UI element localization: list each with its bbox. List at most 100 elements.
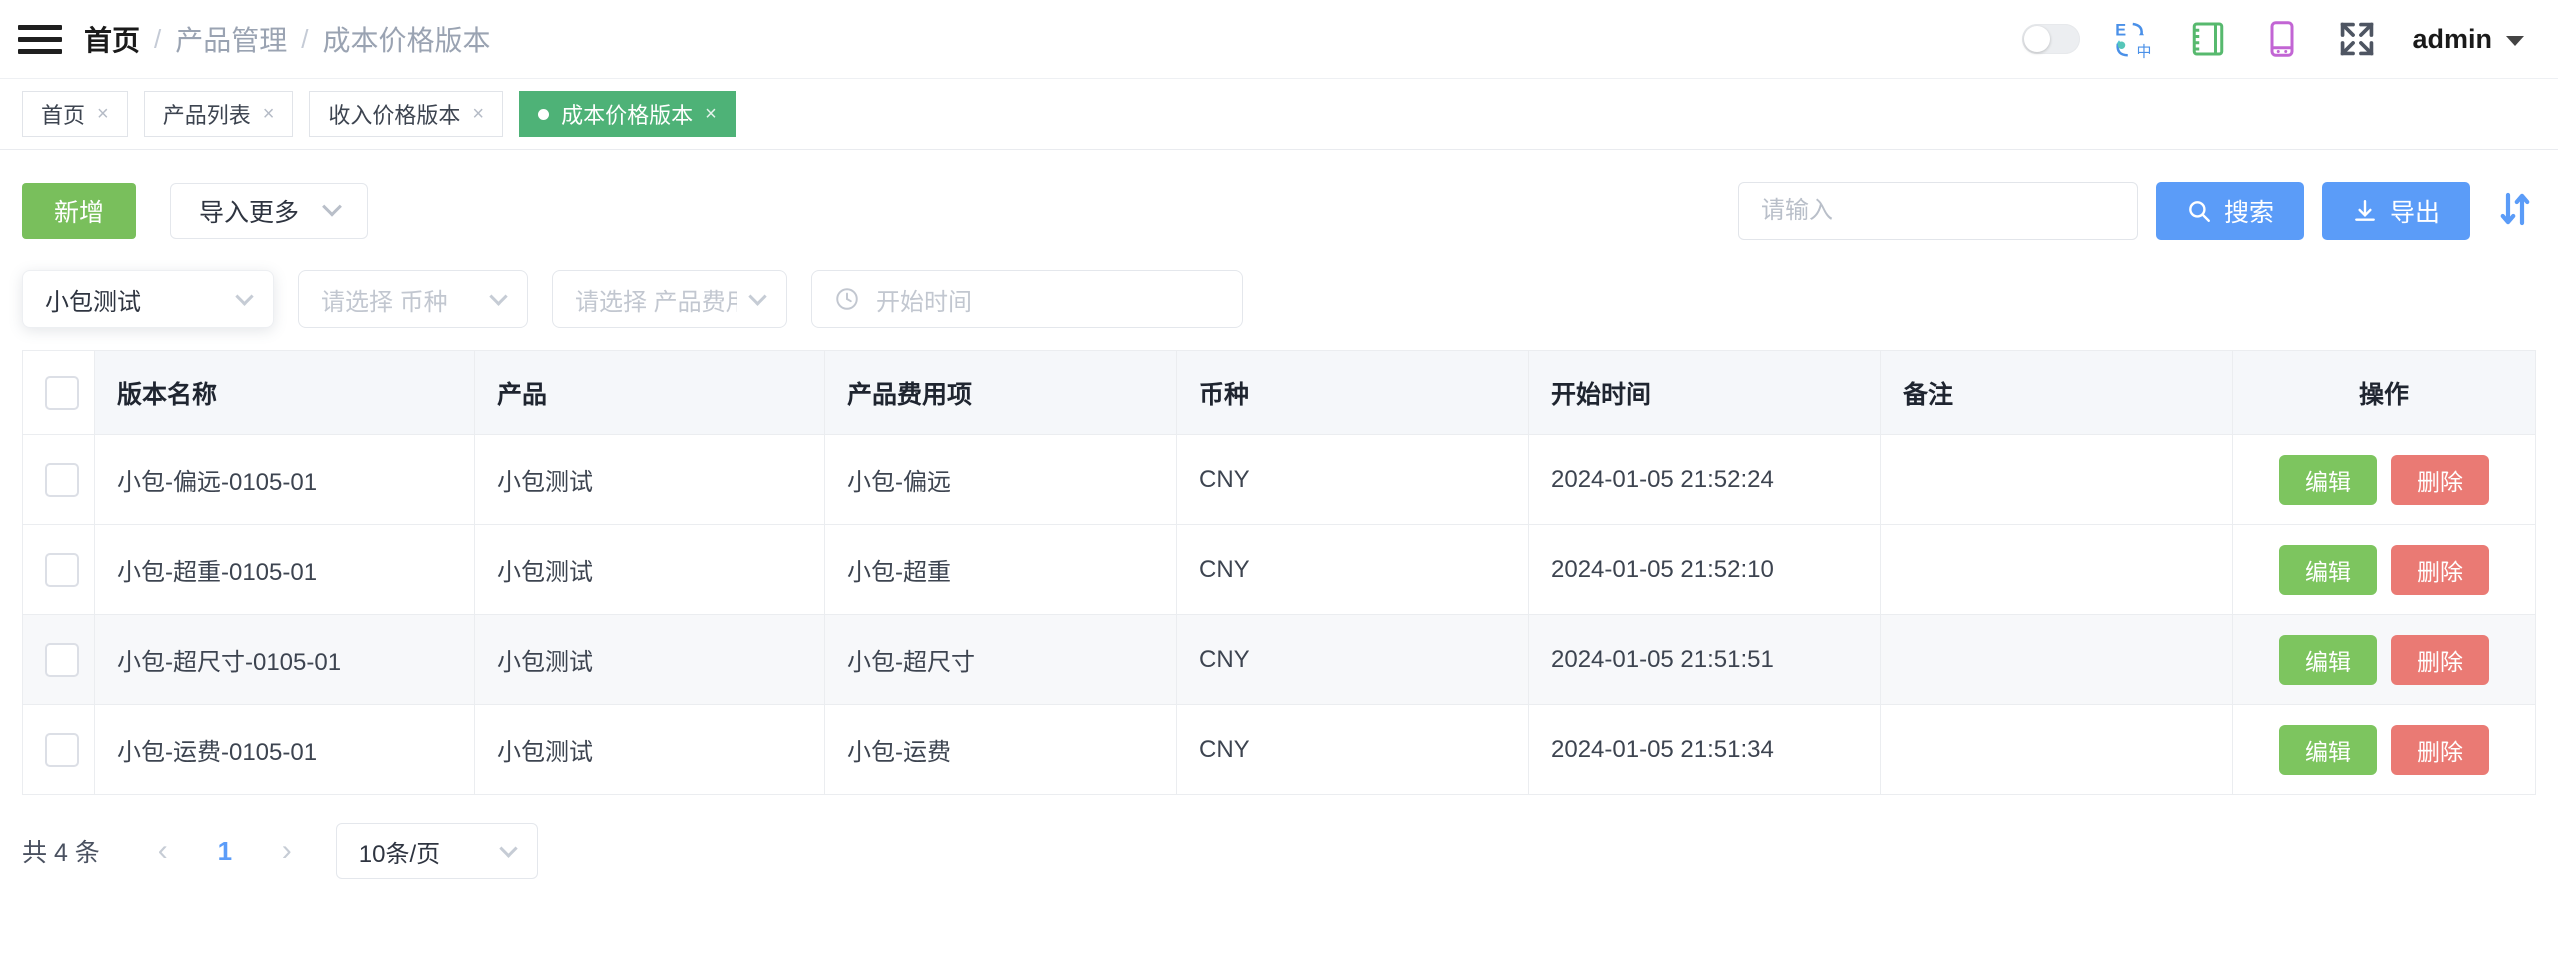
import-more-label: 导入更多 [199,193,299,229]
toolbar-right-group: 搜索 导出 [1738,182,2536,240]
app-page: 首页 / 产品管理 / 成本价格版本 E 中 [0,0,2558,968]
cell-version-name: 小包-偏远-0105-01 [95,435,475,525]
cell-actions: 编辑 删除 [2233,615,2536,705]
row-select-cell [23,705,95,795]
pagination-prev-button[interactable]: ‹ [142,830,184,872]
sort-icon[interactable] [2488,188,2536,235]
cell-product: 小包测试 [475,705,825,795]
close-icon[interactable]: × [705,104,717,124]
search-button[interactable]: 搜索 [2156,182,2304,240]
svg-text:E: E [2116,21,2127,39]
pagination-next-button[interactable]: › [266,830,308,872]
cell-fee-item: 小包-超尺寸 [825,615,1177,705]
cell-fee-item: 小包-偏远 [825,435,1177,525]
column-header-remark: 备注 [1881,351,2233,435]
breadcrumb-item-cost-price-version[interactable]: 成本价格版本 [323,19,491,59]
column-header-actions: 操作 [2233,351,2536,435]
filter-fee-item-select[interactable]: 请选择 产品费用项 [552,270,787,328]
tab-product-list[interactable]: 产品列表 × [144,91,294,137]
breadcrumb-separator: / [301,24,308,55]
filter-currency-select[interactable]: 请选择 币种 [298,270,528,328]
export-button[interactable]: 导出 [2322,182,2470,240]
cell-actions: 编辑 删除 [2233,435,2536,525]
translate-icon[interactable]: E 中 [2114,19,2154,59]
filter-start-time-placeholder: 开始时间 [876,282,972,317]
row-select-cell [23,435,95,525]
cell-actions: 编辑 删除 [2233,705,2536,795]
tab-cost-price-version[interactable]: 成本价格版本 × [519,91,736,137]
tab-home[interactable]: 首页 × [22,91,128,137]
delete-button[interactable]: 删除 [2391,635,2489,685]
table-row[interactable]: 小包-超重-0105-01 小包测试 小包-超重 CNY 2024-01-05 … [23,525,2536,615]
table-header-row: 版本名称 产品 产品费用项 币种 开始时间 备注 操作 [23,351,2536,435]
pagination-page-1[interactable]: 1 [202,836,248,867]
search-input[interactable] [1738,182,2138,240]
close-icon[interactable]: × [263,104,275,124]
chevron-down-icon [235,287,253,305]
search-button-label: 搜索 [2224,193,2274,229]
chevron-down-icon [2506,36,2524,46]
cell-start-time: 2024-01-05 21:52:24 [1529,435,1881,525]
import-more-button[interactable]: 导入更多 [170,183,368,239]
hamburger-icon[interactable] [18,22,62,56]
edit-button[interactable]: 编辑 [2279,545,2377,595]
header-actions: E 中 [2022,18,2524,60]
edit-button[interactable]: 编辑 [2279,455,2377,505]
column-header-version-name: 版本名称 [95,351,475,435]
user-menu[interactable]: admin [2412,24,2524,55]
page-size-value: 10条/页 [359,834,440,869]
theme-toggle[interactable] [2022,24,2080,54]
pagination: 共 4 条 ‹ 1 › 10条/页 [0,795,2558,879]
tab-label: 首页 [41,98,85,130]
row-checkbox[interactable] [45,463,79,497]
table-body: 小包-偏远-0105-01 小包测试 小包-偏远 CNY 2024-01-05 … [23,435,2536,795]
export-button-label: 导出 [2390,193,2440,229]
filter-start-time-input[interactable]: 开始时间 [811,270,1243,328]
table-row[interactable]: 小包-偏远-0105-01 小包测试 小包-偏远 CNY 2024-01-05 … [23,435,2536,525]
delete-button[interactable]: 删除 [2391,725,2489,775]
tab-income-price-version[interactable]: 收入价格版本 × [309,91,503,137]
row-checkbox[interactable] [45,643,79,677]
row-checkbox[interactable] [45,733,79,767]
mobile-icon[interactable] [2262,19,2302,59]
chevron-down-icon [322,197,342,217]
fullscreen-icon[interactable] [2336,18,2378,60]
breadcrumb-item-product-management[interactable]: 产品管理 [175,19,287,59]
cell-currency: CNY [1177,435,1529,525]
tab-label: 收入价格版本 [328,98,460,130]
filter-bar: 小包测试 请选择 币种 请选择 产品费用项 开始时间 [0,246,2558,338]
edit-button[interactable]: 编辑 [2279,635,2377,685]
action-toolbar: 新增 导入更多 搜索 导出 [0,150,2558,246]
delete-button[interactable]: 删除 [2391,545,2489,595]
cell-version-name: 小包-超尺寸-0105-01 [95,615,475,705]
add-button[interactable]: 新增 [22,183,136,239]
filter-fee-item-placeholder: 请选择 产品费用项 [575,282,737,317]
chevron-down-icon [748,287,766,305]
cell-fee-item: 小包-运费 [825,705,1177,795]
cell-currency: CNY [1177,615,1529,705]
table-row[interactable]: 小包-超尺寸-0105-01 小包测试 小包-超尺寸 CNY 2024-01-0… [23,615,2536,705]
breadcrumb-home[interactable]: 首页 [84,19,140,59]
cell-start-time: 2024-01-05 21:51:51 [1529,615,1881,705]
cell-start-time: 2024-01-05 21:51:34 [1529,705,1881,795]
close-icon[interactable]: × [97,104,109,124]
cell-product: 小包测试 [475,525,825,615]
cell-remark [1881,615,2233,705]
cell-product: 小包测试 [475,435,825,525]
page-size-select[interactable]: 10条/页 [336,823,538,879]
filter-product-value: 小包测试 [45,282,141,317]
delete-button[interactable]: 删除 [2391,455,2489,505]
edit-button[interactable]: 编辑 [2279,725,2377,775]
cell-fee-item: 小包-超重 [825,525,1177,615]
table-row[interactable]: 小包-运费-0105-01 小包测试 小包-运费 CNY 2024-01-05 … [23,705,2536,795]
pagination-total: 共 4 条 [22,833,100,869]
close-icon[interactable]: × [472,104,484,124]
cell-product: 小包测试 [475,615,825,705]
select-all-header [23,351,95,435]
row-checkbox[interactable] [45,553,79,587]
notebook-icon[interactable] [2188,19,2228,59]
tab-label: 成本价格版本 [561,98,693,130]
filter-product-select[interactable]: 小包测试 [22,270,274,328]
select-all-checkbox[interactable] [45,376,79,410]
cell-actions: 编辑 删除 [2233,525,2536,615]
